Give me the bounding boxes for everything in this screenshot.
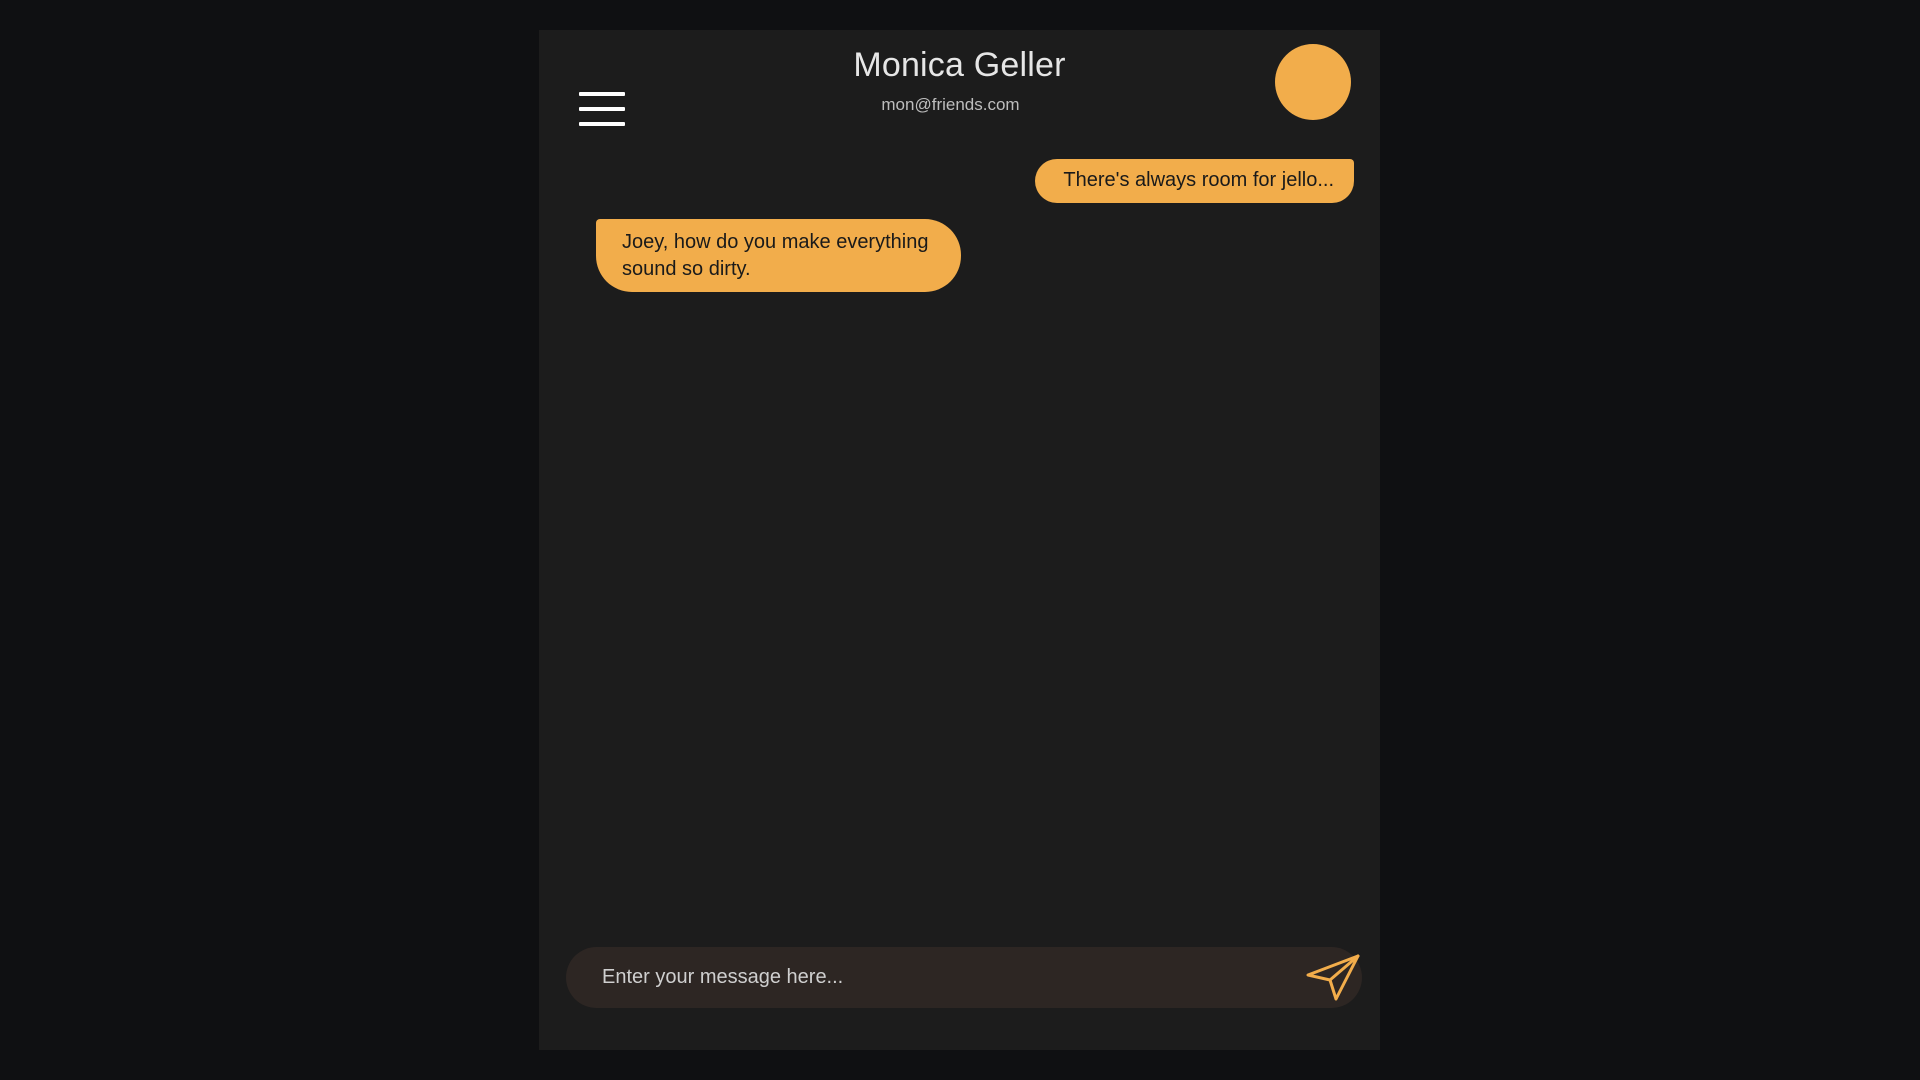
paper-plane-icon: [1306, 954, 1360, 1001]
avatar[interactable]: [1275, 44, 1351, 120]
message-list: There's always room for jello... Joey, h…: [539, 155, 1380, 945]
message-input[interactable]: [594, 947, 1290, 1008]
contact-name: Monica Geller: [853, 46, 1066, 84]
message-composer: [566, 947, 1362, 1008]
incoming-message: Joey, how do you make everything sound s…: [596, 219, 961, 292]
send-button[interactable]: [1306, 953, 1362, 1003]
chat-window: Monica Geller mon@friends.com There's al…: [539, 30, 1380, 1050]
contact-email: mon@friends.com: [881, 95, 1020, 114]
outgoing-message: There's always room for jello...: [1035, 159, 1354, 203]
